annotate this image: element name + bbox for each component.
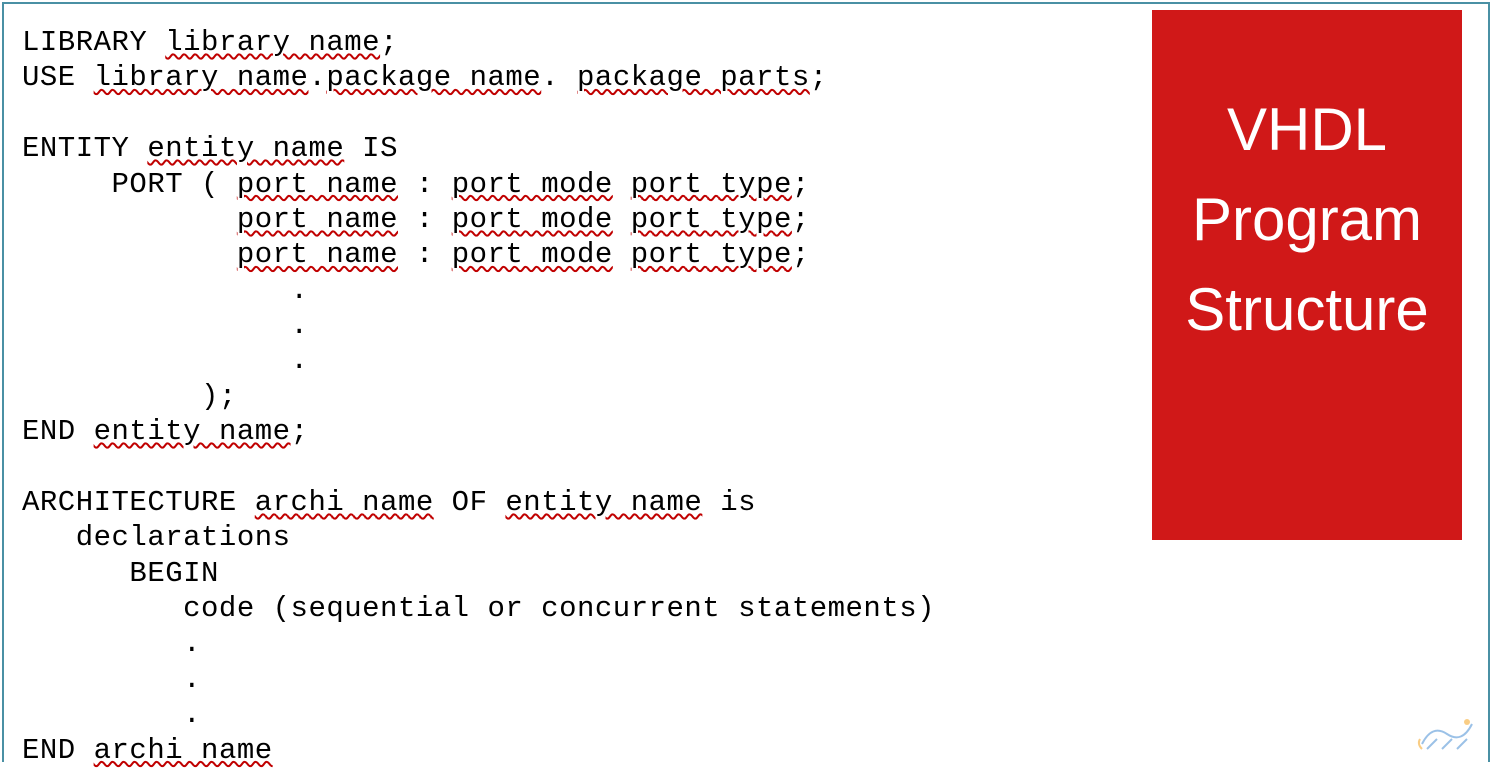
code-line-12: END entity name; — [22, 415, 308, 448]
code-line-6: port name : port mode port type; — [22, 203, 810, 236]
logo-icon — [1412, 714, 1482, 754]
code-line-18: . — [22, 627, 201, 660]
code-line-20: . — [22, 698, 201, 731]
code-line-14: ARCHITECTURE archi name OF entity name i… — [22, 486, 756, 519]
code-line-7: port name : port mode port type; — [22, 238, 810, 271]
code-line-15: declarations — [22, 521, 291, 554]
code-line-16: BEGIN — [22, 557, 219, 590]
code-line-19: . — [22, 663, 201, 696]
slide-title: VHDL Program Structure — [1185, 85, 1428, 355]
code-line-11: ); — [22, 380, 237, 413]
code-line-9: . — [22, 309, 308, 342]
title-box: VHDL Program Structure — [1152, 10, 1462, 540]
code-line-10: . — [22, 344, 308, 377]
code-line-4: ENTITY entity name IS — [22, 132, 398, 165]
code-line-17: code (sequential or concurrent statement… — [22, 592, 935, 625]
code-block: LIBRARY library name; USE library name.p… — [22, 25, 935, 768]
code-line-2: USE library name.package name. package p… — [22, 61, 828, 94]
code-line-5: PORT ( port name : port mode port type; — [22, 168, 810, 201]
code-line-8: . — [22, 274, 308, 307]
code-line-1: LIBRARY library name; — [22, 26, 398, 59]
